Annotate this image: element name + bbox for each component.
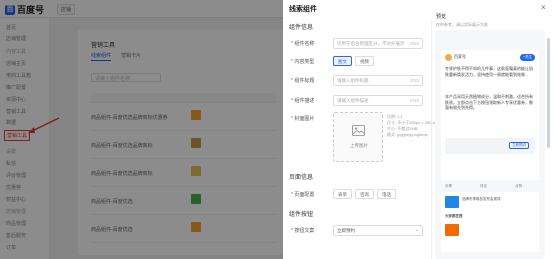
content-type-image-text[interactable]: 图文	[333, 56, 352, 66]
related-thumbnail	[445, 224, 459, 236]
related-item: 品牌冬季新品发布会现场	[462, 197, 501, 201]
image-upload-icon	[352, 125, 365, 136]
field-label-content-type: * 内容类型	[291, 59, 315, 65]
cta-button: 立即预约	[509, 142, 529, 149]
upload-label: 上传图片	[350, 143, 368, 148]
lead-component-drawer: 线索组件 × 组件信息 * 组件名称 仅用于后台管理区分，不对外展示 0/20 *…	[283, 0, 553, 259]
chevron-down-icon: ⌄	[414, 227, 419, 233]
section-component-info: 组件信息	[289, 25, 314, 31]
lead-component-preview: 立即预约	[445, 138, 535, 154]
field-label-title: * 组件标题	[291, 78, 315, 84]
field-label-page-config: * 页面配置	[291, 192, 315, 198]
preview-scrollbar[interactable]	[547, 38, 550, 148]
account-name: 百家号	[454, 54, 466, 59]
page-config-phone[interactable]: 电话	[377, 189, 396, 199]
drawer-title: 线索组件	[289, 6, 317, 13]
content-type-video[interactable]: 视频	[355, 56, 374, 66]
section-component-button: 组件按钮	[289, 212, 314, 218]
avatar	[445, 54, 452, 61]
page-config-consult[interactable]: 咨询	[355, 189, 374, 199]
field-label-name: * 组件名称	[291, 41, 315, 47]
close-icon[interactable]: ×	[541, 3, 546, 12]
field-label-desc: * 组件描述	[291, 98, 315, 104]
comment-action: 评论	[480, 184, 487, 188]
page-config-form[interactable]: 表单	[333, 189, 352, 199]
section-page-info: 页面信息	[289, 175, 314, 181]
post-text-secondary: 本产品采用天然植物成分，温和不刺激，适合所有肤质，立即点击下方按钮领取新人专享优…	[445, 94, 533, 110]
follow-button: +关注	[519, 54, 535, 61]
image-upload[interactable]: 上传图片	[333, 112, 383, 162]
component-name-input[interactable]: 仅用于后台管理区分，不对外展示 0/20	[333, 38, 423, 49]
related-thumbnail	[445, 196, 459, 208]
button-text-select[interactable]: 立即预约 ⌄	[333, 225, 423, 236]
component-desc-input[interactable]: 请输入组件描述 0/10	[333, 95, 423, 106]
related-heading: 大家都在搜	[445, 214, 463, 218]
like-action: 点赞	[515, 184, 522, 188]
phone-preview: 百家号 +关注 冬季护肤不得不知的几件事，这款面霜真的能让肌肤重新焕发活力，坚持…	[435, 30, 545, 259]
char-count: 0/10	[410, 98, 419, 103]
post-actions: 分享 评论 点赞	[445, 184, 522, 189]
preview-post-card: 百家号 +关注 冬季护肤不得不知的几件事，这款面霜真的能让肌肤重新焕发活力，坚持…	[441, 50, 539, 180]
related-card: 品牌冬季新品发布会现场 大家都在搜	[441, 192, 539, 252]
char-count: 0/10	[410, 78, 419, 83]
field-label-button-text: * 按钮文案	[291, 228, 315, 234]
preview-title: 预览	[436, 14, 447, 20]
image-hint: 格式: jpg/jpeg/png/bmp	[387, 132, 428, 137]
post-text: 冬季护肤不得不知的几件事，这款面霜真的能让肌肤重新焕发活力，坚持使用一周就能看到…	[445, 66, 533, 77]
share-action: 分享	[445, 184, 452, 188]
divider	[431, 20, 432, 259]
char-count: 0/20	[410, 41, 419, 46]
preview-subtitle: 仅供参考，请以实际展示为准	[436, 22, 488, 27]
component-title-input[interactable]: 请输入组件标题 0/10	[333, 75, 423, 86]
field-label-image: * 封面图片	[291, 116, 315, 122]
